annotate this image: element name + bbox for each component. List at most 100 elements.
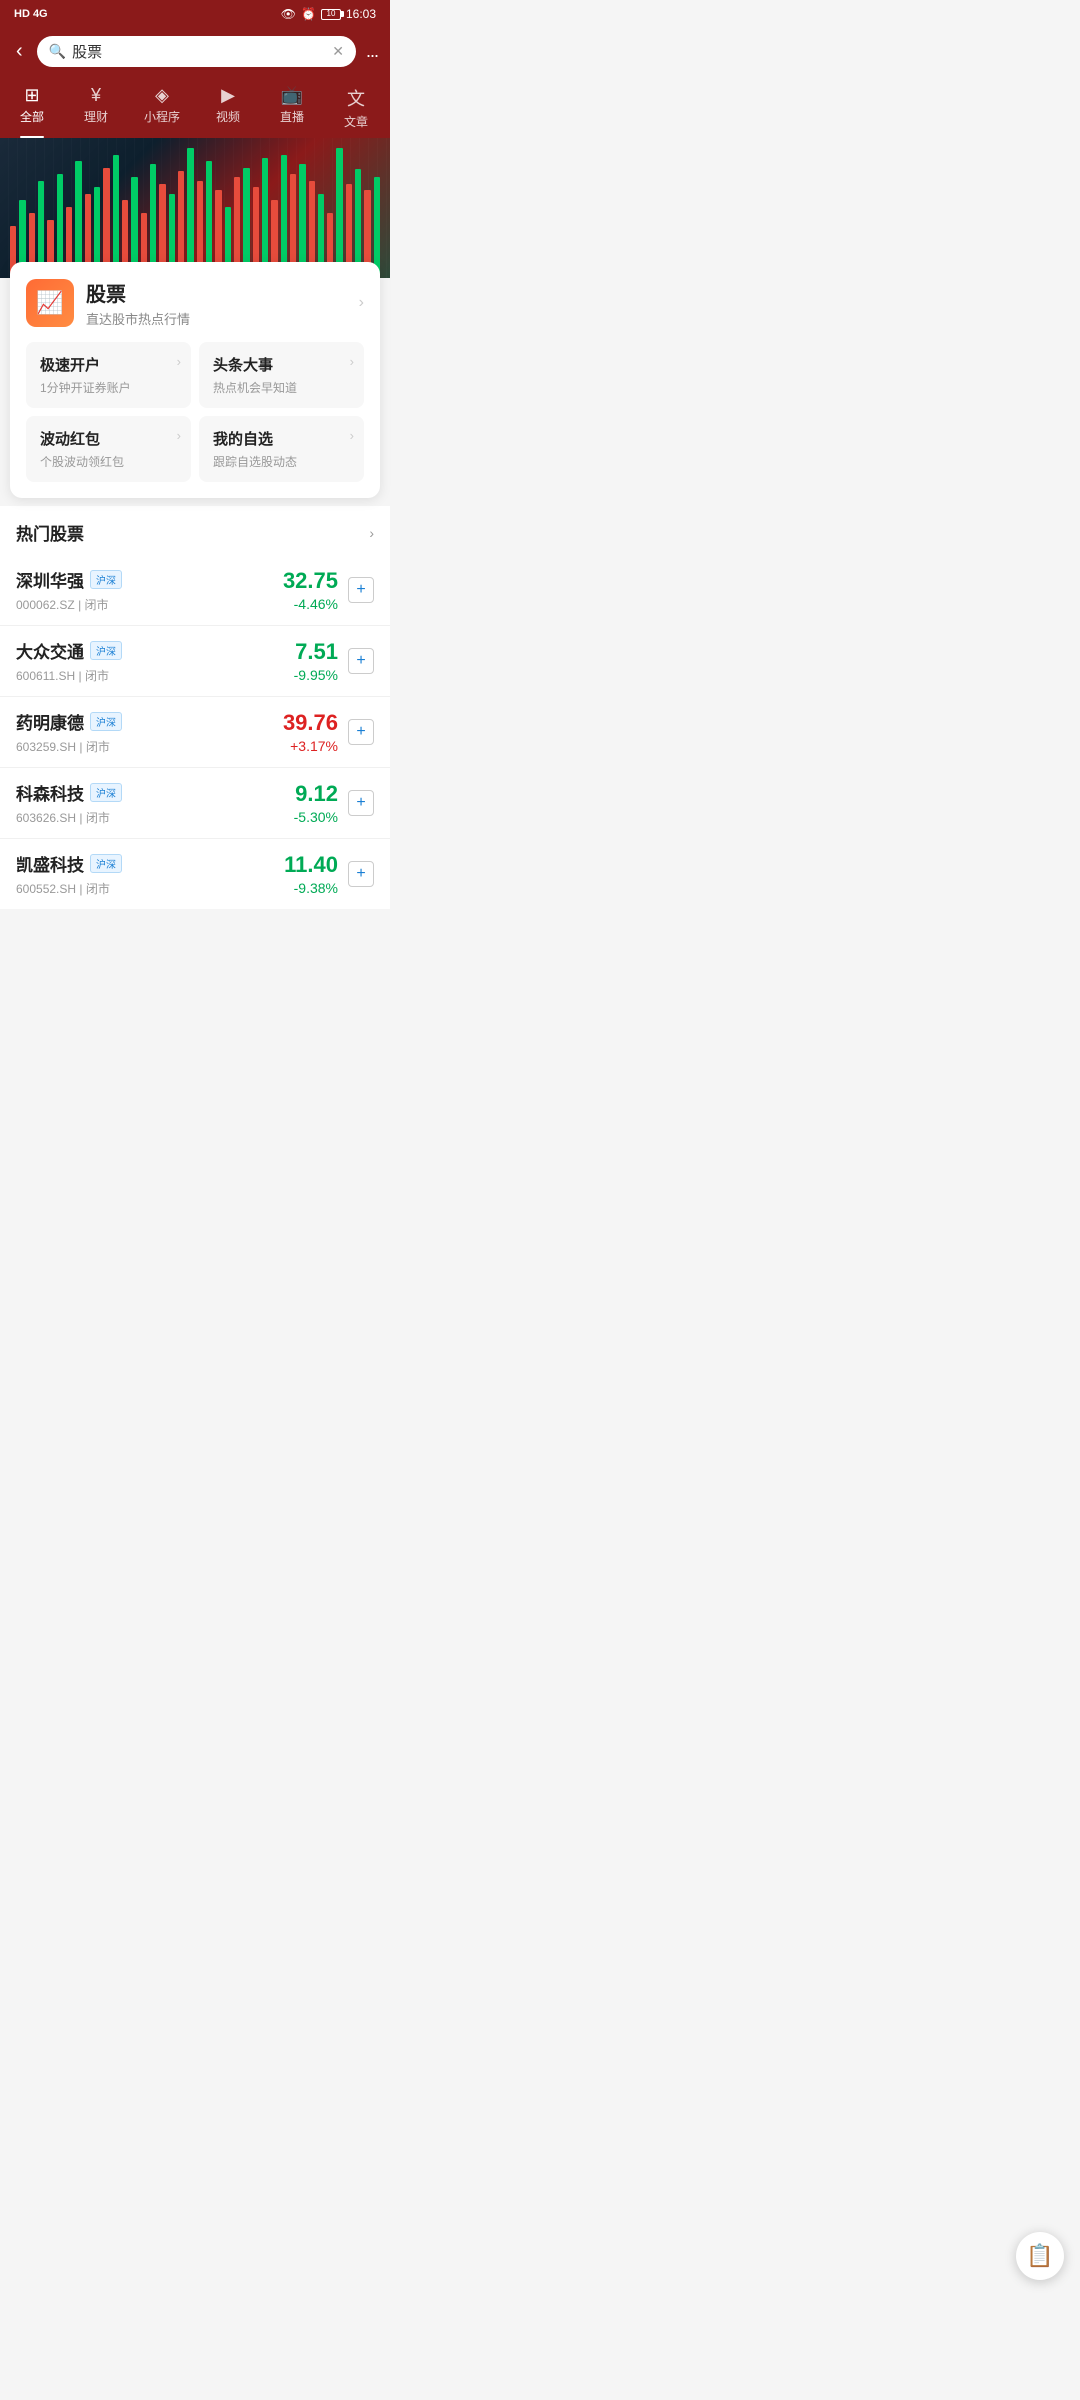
section-title: 热门股票	[16, 520, 84, 545]
tab-all[interactable]: ⊞ 全部	[0, 81, 64, 138]
quick-links-grid: 极速开户 1分钟开证券账户 › 头条大事 热点机会早知道 › 波动红包 个股波动…	[26, 342, 364, 482]
quick-link-open-account[interactable]: 极速开户 1分钟开证券账户 ›	[26, 342, 191, 408]
add-watchlist-button[interactable]: +	[348, 719, 374, 745]
stock-item-sz-huaqiang[interactable]: 深圳华强 沪深 000062.SZ | 闭市 32.75 -4.46% +	[0, 555, 390, 626]
stock-code: 000062.SZ | 闭市	[16, 596, 283, 613]
stock-name-row: 凯盛科技 沪深	[16, 851, 284, 876]
stock-item-sh-kesen[interactable]: 科森科技 沪深 603626.SH | 闭市 9.12 -5.30% +	[0, 768, 390, 839]
stock-name-row: 药明康德 沪深	[16, 709, 283, 734]
quick-link-red-packet-desc: 个股波动领红包	[40, 453, 177, 470]
quick-link-red-packet-arrow: ›	[177, 428, 181, 443]
quick-link-open-account-arrow: ›	[177, 354, 181, 369]
stock-price: 32.75	[283, 568, 338, 594]
stock-name-row: 大众交通 沪深	[16, 638, 294, 663]
add-watchlist-button[interactable]: +	[348, 861, 374, 887]
stock-price-area: 32.75 -4.46%	[283, 568, 338, 612]
stock-tag: 沪深	[90, 854, 122, 873]
tab-live-label: 直播	[280, 108, 304, 125]
stock-code: 600611.SH | 闭市	[16, 667, 294, 684]
stock-info-sz-huaqiang: 深圳华强 沪深 000062.SZ | 闭市	[16, 567, 283, 613]
search-bar[interactable]: 🔍 ✕	[37, 36, 356, 67]
quick-link-headline-title: 头条大事	[213, 354, 350, 375]
stock-name: 凯盛科技	[16, 851, 84, 876]
stock-price: 11.40	[284, 852, 338, 878]
stock-code: 603626.SH | 闭市	[16, 809, 294, 826]
add-watchlist-button[interactable]: +	[348, 790, 374, 816]
stock-tag: 沪深	[90, 712, 122, 731]
stock-logo-icon: 📈	[36, 290, 63, 316]
stock-change: -9.38%	[294, 880, 338, 896]
section-more-icon[interactable]: ›	[369, 525, 374, 541]
quick-link-open-account-desc: 1分钟开证券账户	[40, 379, 177, 396]
main-stock-card: 📈 股票 直达股市热点行情 › 极速开户 1分钟开证券账户 › 头条大事 热点机…	[10, 262, 380, 498]
tab-article-label: 文章	[344, 113, 368, 130]
stock-tag: 沪深	[90, 783, 122, 802]
search-input[interactable]	[72, 43, 326, 60]
stock-change: -5.30%	[294, 809, 338, 825]
clear-icon[interactable]: ✕	[332, 43, 344, 60]
stock-price-area: 11.40 -9.38%	[284, 852, 338, 896]
tab-video-label: 视频	[216, 108, 240, 125]
eye-icon: 👁	[281, 7, 296, 21]
quick-link-headline-arrow: ›	[350, 354, 354, 369]
tab-all-label: 全部	[20, 108, 44, 125]
fab-icon: 📋	[1026, 2243, 1053, 2269]
back-button[interactable]: ‹	[12, 36, 27, 67]
stock-code: 603259.SH | 闭市	[16, 738, 283, 755]
quick-link-red-packet-title: 波动红包	[40, 428, 177, 449]
stock-info-sh-kaisheng: 凯盛科技 沪深 600552.SH | 闭市	[16, 851, 284, 897]
stock-name: 科森科技	[16, 780, 84, 805]
stock-price: 7.51	[295, 639, 338, 665]
section-header: 热门股票 ›	[0, 506, 390, 555]
tab-miniapp[interactable]: ◈ 小程序	[128, 81, 196, 138]
quick-link-headline[interactable]: 头条大事 热点机会早知道 ›	[199, 342, 364, 408]
candles-chart	[0, 138, 390, 278]
stock-price: 39.76	[283, 710, 338, 736]
search-icon: 🔍	[49, 43, 66, 60]
add-watchlist-button[interactable]: +	[348, 577, 374, 603]
tab-miniapp-label: 小程序	[144, 108, 180, 125]
stock-code: 600552.SH | 闭市	[16, 880, 284, 897]
stock-name: 深圳华强	[16, 567, 84, 592]
stock-item-sh-yaoming[interactable]: 药明康德 沪深 603259.SH | 闭市 39.76 +3.17% +	[0, 697, 390, 768]
quick-link-red-packet[interactable]: 波动红包 个股波动领红包 ›	[26, 416, 191, 482]
stock-price-area: 39.76 +3.17%	[283, 710, 338, 754]
tabs-bar: ⊞ 全部 ¥ 理财 ◈ 小程序 ▶ 视频 📺 直播 文 文章	[0, 75, 390, 138]
stock-card-title: 股票	[86, 278, 359, 307]
fab-button[interactable]: 📋	[1016, 2232, 1064, 2280]
battery-icon: 10	[321, 9, 341, 20]
stock-price-area: 7.51 -9.95%	[294, 639, 338, 683]
stock-item-sh-dazhong[interactable]: 大众交通 沪深 600611.SH | 闭市 7.51 -9.95% +	[0, 626, 390, 697]
stock-info-sh-dazhong: 大众交通 沪深 600611.SH | 闭市	[16, 638, 294, 684]
stock-logo: 📈	[26, 279, 74, 327]
quick-link-watchlist-title: 我的自选	[213, 428, 350, 449]
hero-banner	[0, 138, 390, 278]
stock-tag: 沪深	[90, 641, 122, 660]
stock-title-area: 股票 直达股市热点行情	[86, 278, 359, 328]
hot-stocks-section: 热门股票 › 深圳华强 沪深 000062.SZ | 闭市 32.75 -4.4…	[0, 506, 390, 909]
stock-card-subtitle: 直达股市热点行情	[86, 309, 359, 328]
stock-name-row: 科森科技 沪深	[16, 780, 294, 805]
stock-item-sh-kaisheng[interactable]: 凯盛科技 沪深 600552.SH | 闭市 11.40 -9.38% +	[0, 839, 390, 909]
alarm-icon: ⏰	[301, 7, 316, 21]
tab-video[interactable]: ▶ 视频	[196, 81, 260, 138]
stock-card-header[interactable]: 📈 股票 直达股市热点行情 ›	[26, 278, 364, 328]
more-button[interactable]: ...	[366, 41, 378, 62]
time-display: 16:03	[346, 7, 376, 21]
quick-link-headline-desc: 热点机会早知道	[213, 379, 350, 396]
tab-wealth[interactable]: ¥ 理财	[64, 81, 128, 138]
status-left: HD 4G	[14, 8, 48, 20]
stock-change: +3.17%	[290, 738, 338, 754]
tab-live[interactable]: 📺 直播	[260, 81, 324, 138]
stock-change: -4.46%	[294, 596, 338, 612]
add-watchlist-button[interactable]: +	[348, 648, 374, 674]
tab-video-icon: ▶	[221, 85, 235, 106]
quick-link-watchlist-arrow: ›	[350, 428, 354, 443]
tab-article[interactable]: 文 文章	[324, 81, 388, 138]
quick-link-watchlist-desc: 跟踪自选股动态	[213, 453, 350, 470]
tab-wealth-icon: ¥	[91, 85, 101, 106]
stock-info-sh-kesen: 科森科技 沪深 603626.SH | 闭市	[16, 780, 294, 826]
card-chevron-icon: ›	[359, 294, 364, 312]
quick-link-watchlist[interactable]: 我的自选 跟踪自选股动态 ›	[199, 416, 364, 482]
stock-info-sh-yaoming: 药明康德 沪深 603259.SH | 闭市	[16, 709, 283, 755]
